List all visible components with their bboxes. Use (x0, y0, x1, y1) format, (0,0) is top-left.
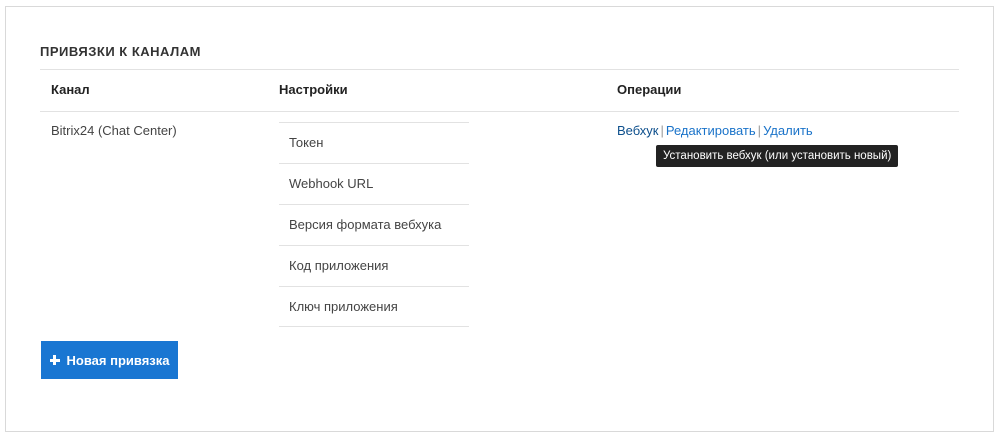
webhook-tooltip: Установить вебхук (или установить новый) (656, 145, 899, 167)
separator: | (757, 123, 762, 138)
section-title: ПРИВЯЗКИ К КАНАЛАМ (40, 44, 201, 59)
plus-icon (49, 355, 60, 365)
edit-link[interactable]: Редактировать (666, 123, 756, 138)
column-header-operations: Операции (617, 82, 682, 97)
channel-name: Bitrix24 (Chat Center) (51, 123, 177, 138)
title-divider (40, 69, 959, 70)
header-divider (40, 111, 959, 112)
webhook-link[interactable]: Вебхук (617, 123, 658, 138)
column-header-settings: Настройки (279, 82, 348, 97)
settings-item-token: Токен (279, 122, 469, 163)
settings-item-app-key: Ключ приложения (279, 286, 469, 327)
settings-item-app-code: Код приложения (279, 245, 469, 286)
separator: | (660, 123, 664, 138)
delete-link[interactable]: Удалить (763, 123, 813, 138)
settings-item-webhook-url: Webhook URL (279, 163, 469, 204)
column-header-channel: Канал (51, 82, 90, 97)
new-binding-button[interactable]: Новая привязка (41, 341, 178, 379)
settings-item-webhook-format-version: Версия формата вебхука (279, 204, 469, 245)
new-binding-label: Новая привязка (66, 352, 170, 368)
operations-links: Вебхук | Редактировать | Удалить (617, 123, 813, 138)
settings-list: Токен Webhook URL Версия формата вебхука… (279, 122, 469, 327)
